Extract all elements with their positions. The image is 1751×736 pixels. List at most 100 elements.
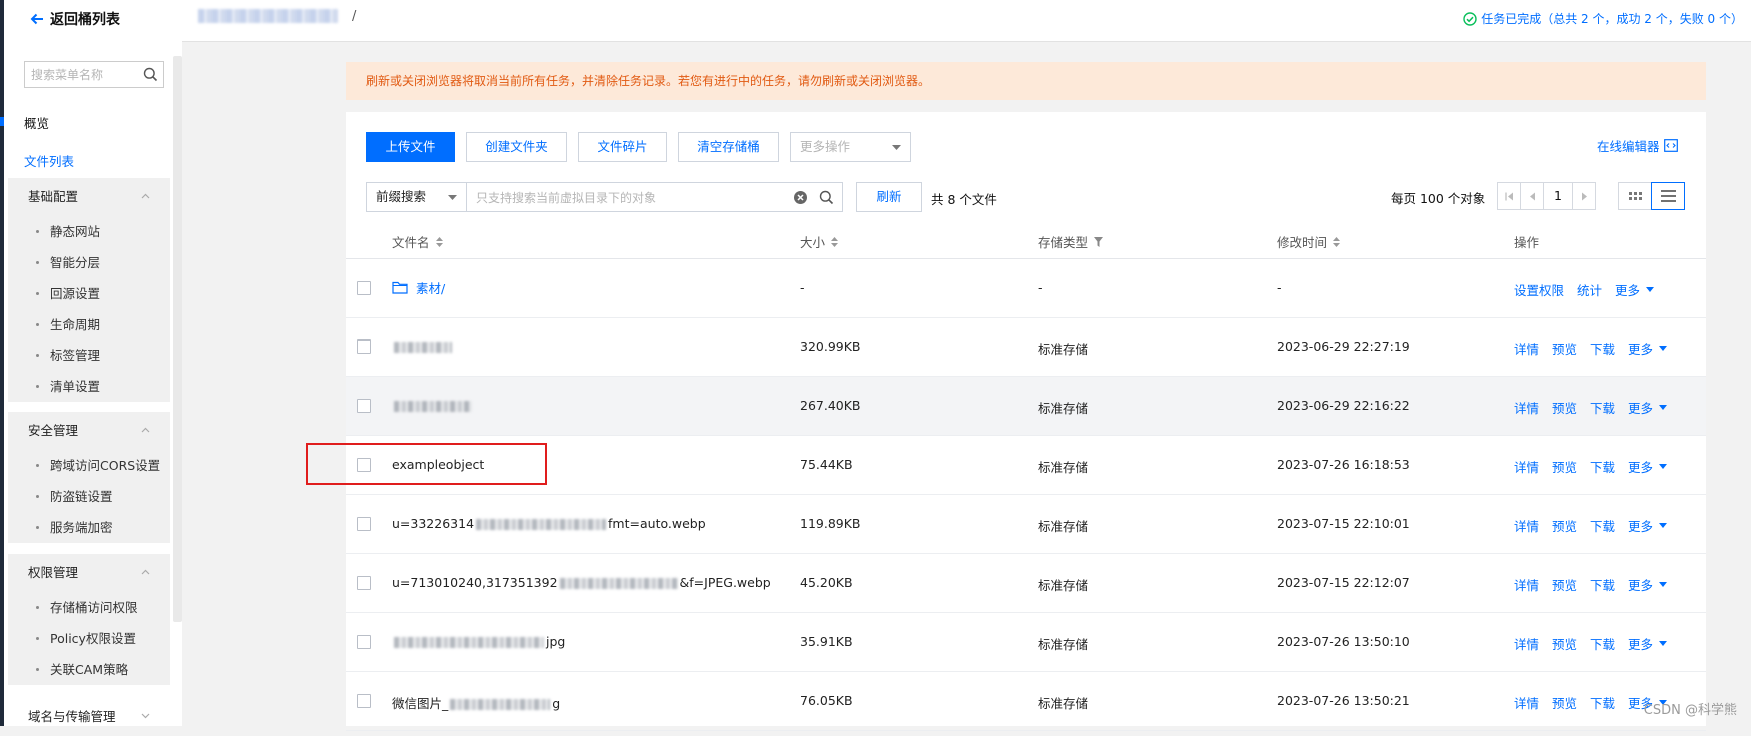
task-status[interactable]: 任务已完成 （总共 2 个，成功 2 个，失败 0 个） — [1463, 10, 1743, 27]
more-link[interactable]: 更多 — [1628, 634, 1653, 653]
nav-item-inventory[interactable]: 清单设置 — [8, 371, 170, 402]
current-page[interactable]: 1 — [1543, 182, 1573, 210]
nav-file-list[interactable]: 文件列表 — [24, 151, 74, 170]
row-checkbox[interactable] — [357, 517, 371, 531]
menu-search-input[interactable] — [31, 66, 139, 83]
file-fragments-button[interactable]: 文件碎片 — [578, 132, 667, 162]
more-link[interactable]: 更多 — [1628, 575, 1653, 594]
row-checkbox[interactable] — [357, 635, 371, 649]
first-page-button[interactable] — [1497, 182, 1521, 210]
details-link[interactable]: 详情 — [1514, 457, 1539, 476]
preview-link[interactable]: 预览 — [1552, 516, 1577, 535]
table-row[interactable]: u=713010240,317351392 &f=JPEG.webp 45.20K… — [346, 554, 1706, 613]
object-search-input[interactable] — [476, 189, 776, 206]
caret-down-icon[interactable] — [1659, 523, 1668, 528]
nav-group-header[interactable]: 基础配置 — [8, 178, 170, 216]
caret-down-icon[interactable] — [1659, 464, 1668, 469]
nav-item-static-site[interactable]: 静态网站 — [8, 216, 170, 247]
row-checkbox[interactable] — [357, 340, 371, 354]
file-name[interactable]: jpg — [392, 634, 565, 649]
preview-link[interactable]: 预览 — [1552, 693, 1577, 712]
nav-item-bucket-acl[interactable]: 存储桶访问权限 — [8, 592, 170, 623]
row-checkbox[interactable] — [357, 458, 371, 472]
nav-item-lifecycle[interactable]: 生命周期 — [8, 309, 170, 340]
caret-down-icon[interactable] — [1659, 582, 1668, 587]
prev-page-button[interactable] — [1520, 182, 1544, 210]
nav-group-header[interactable]: 安全管理 — [8, 412, 170, 450]
col-header-mtime[interactable]: 修改时间 — [1277, 232, 1341, 251]
col-header-size[interactable]: 大小 — [800, 232, 839, 251]
details-link[interactable]: 详情 — [1514, 339, 1539, 358]
download-link[interactable]: 下载 — [1590, 516, 1615, 535]
nav-item-tiering[interactable]: 智能分层 — [8, 247, 170, 278]
table-row[interactable]: exampleobject 75.44KB 标准存储 2023-07-26 16… — [346, 436, 1706, 495]
download-link[interactable]: 下载 — [1590, 398, 1615, 417]
stats-link[interactable]: 统计 — [1577, 280, 1602, 299]
more-actions-select[interactable]: 更多操作 — [790, 132, 911, 162]
nav-item-encryption[interactable]: 服务端加密 — [8, 512, 170, 543]
back-to-bucket-list[interactable]: 返回桶列表 — [30, 8, 120, 30]
file-name[interactable]: exampleobject — [392, 457, 484, 472]
download-link[interactable]: 下载 — [1590, 339, 1615, 358]
table-row[interactable]: 微信图片_ g 76.05KB 标准存储 2023-07-26 13:50:21 … — [346, 672, 1706, 731]
caret-down-icon[interactable] — [1659, 405, 1668, 410]
row-checkbox[interactable] — [357, 281, 371, 295]
nav-group-header[interactable]: 域名与传输管理 — [8, 698, 170, 726]
list-view-button[interactable] — [1651, 182, 1685, 210]
col-header-name[interactable]: 文件名 — [392, 232, 443, 251]
preview-link[interactable]: 预览 — [1552, 575, 1577, 594]
file-name[interactable]: 微信图片_ g — [392, 693, 560, 712]
more-link[interactable]: 更多 — [1628, 339, 1653, 358]
table-row[interactable]: 素材/ - - - 设置权限 统计 更多 — [346, 259, 1706, 318]
preview-link[interactable]: 预览 — [1552, 457, 1577, 476]
row-checkbox[interactable] — [357, 576, 371, 590]
create-folder-button[interactable]: 创建文件夹 — [466, 132, 567, 162]
caret-down-icon[interactable] — [1659, 346, 1668, 351]
search-mode-select[interactable]: 前缀搜索 — [366, 182, 467, 212]
grid-view-button[interactable] — [1618, 182, 1652, 210]
download-link[interactable]: 下载 — [1590, 634, 1615, 653]
sidebar-scrollbar[interactable] — [173, 56, 182, 622]
details-link[interactable]: 详情 — [1514, 693, 1539, 712]
table-row[interactable]: 320.99KB 标准存储 2023-06-29 22:27:19 详情 预览 … — [346, 318, 1706, 377]
details-link[interactable]: 详情 — [1514, 516, 1539, 535]
row-checkbox[interactable] — [357, 694, 371, 708]
download-link[interactable]: 下载 — [1590, 693, 1615, 712]
online-editor-link[interactable]: 在线编辑器 — [1597, 136, 1678, 155]
breadcrumb-bucket-name-blurred[interactable] — [198, 9, 338, 23]
details-link[interactable]: 详情 — [1514, 398, 1539, 417]
row-checkbox[interactable] — [357, 399, 371, 413]
clear-icon[interactable] — [793, 190, 808, 205]
nav-group-header[interactable]: 权限管理 — [8, 554, 170, 592]
nav-item-cam[interactable]: 关联CAM策略 — [8, 654, 170, 685]
nav-item-cors[interactable]: 跨域访问CORS设置 — [8, 450, 170, 481]
more-link[interactable]: 更多 — [1628, 398, 1653, 417]
table-row[interactable]: jpg 35.91KB 标准存储 2023-07-26 13:50:10 详情 … — [346, 613, 1706, 672]
file-name[interactable] — [392, 339, 454, 354]
preview-link[interactable]: 预览 — [1552, 339, 1577, 358]
caret-down-icon[interactable] — [1646, 287, 1655, 292]
table-row[interactable]: 267.40KB 标准存储 2023-06-29 22:16:22 详情 预览 … — [346, 377, 1706, 436]
search-icon[interactable] — [143, 67, 158, 82]
refresh-button[interactable]: 刷新 — [856, 182, 922, 212]
nav-overview[interactable]: 概览 — [24, 113, 49, 132]
set-permission-link[interactable]: 设置权限 — [1514, 280, 1564, 299]
col-header-storage[interactable]: 存储类型 — [1038, 232, 1104, 251]
file-name[interactable] — [392, 398, 474, 413]
file-name[interactable]: u=33226314 fmt=auto.webp — [392, 516, 706, 531]
search-icon[interactable] — [819, 190, 834, 205]
caret-down-icon[interactable] — [1659, 641, 1668, 646]
upload-button[interactable]: 上传文件 — [366, 132, 455, 162]
download-link[interactable]: 下载 — [1590, 457, 1615, 476]
nav-item-origin[interactable]: 回源设置 — [8, 278, 170, 309]
table-row[interactable]: u=33226314 fmt=auto.webp 119.89KB 标准存储 20… — [346, 495, 1706, 554]
download-link[interactable]: 下载 — [1590, 575, 1615, 594]
more-link[interactable]: 更多 — [1628, 516, 1653, 535]
details-link[interactable]: 详情 — [1514, 575, 1539, 594]
file-name[interactable]: 素材/ — [392, 278, 445, 297]
nav-item-policy[interactable]: Policy权限设置 — [8, 623, 170, 654]
details-link[interactable]: 详情 — [1514, 634, 1539, 653]
file-name[interactable]: u=713010240,317351392 &f=JPEG.webp — [392, 575, 771, 590]
more-link[interactable]: 更多 — [1615, 280, 1640, 299]
next-page-button[interactable] — [1572, 182, 1596, 210]
